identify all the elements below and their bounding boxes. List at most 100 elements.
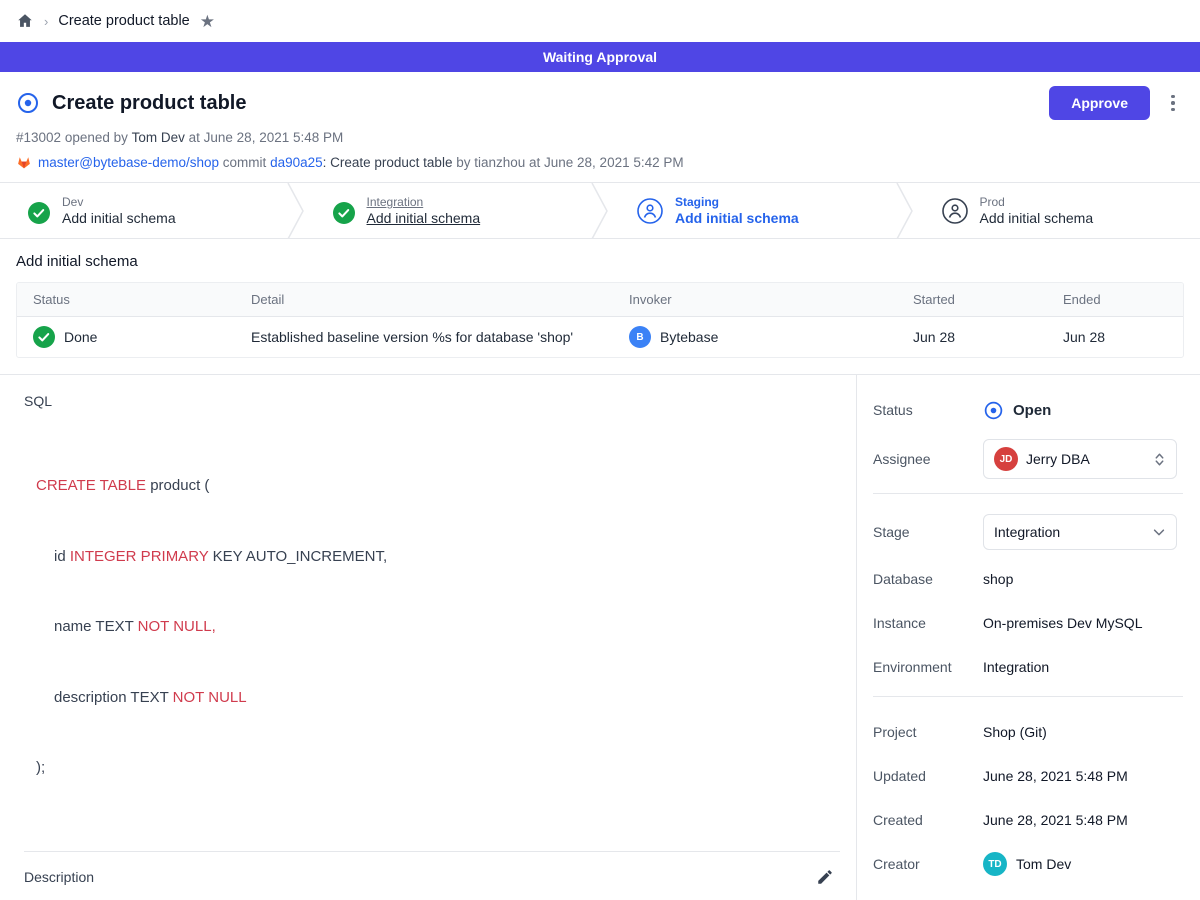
person-circle-icon	[637, 198, 663, 224]
created-value: June 28, 2021 5:48 PM	[983, 812, 1128, 828]
person-circle-icon	[942, 198, 968, 224]
creator-value: TD Tom Dev	[983, 852, 1071, 876]
divider	[873, 493, 1183, 494]
stage-task-label: Add initial schema	[675, 210, 799, 226]
assignee-row: Assignee JD Jerry DBA	[873, 439, 1183, 479]
stage-env-label: Staging	[675, 195, 799, 209]
breadcrumb-separator: ›	[44, 14, 48, 29]
page-title: Create product table	[52, 92, 246, 115]
status-label: Status	[873, 402, 983, 418]
sql-label: SQL	[24, 393, 840, 409]
issue-open-icon	[16, 91, 40, 115]
project-label: Project	[873, 724, 983, 740]
more-options-icon[interactable]	[1162, 91, 1184, 116]
issue-meta: #13002 opened by Tom Dev at June 28, 202…	[16, 130, 1184, 145]
main-panel: SQL CREATE TABLE product ( id INTEGER PR…	[0, 375, 857, 900]
updated-value: June 28, 2021 5:48 PM	[983, 768, 1128, 784]
approval-banner-text: Waiting Approval	[543, 49, 657, 65]
creator-label: Creator	[873, 856, 983, 872]
started-cell: Jun 28	[897, 317, 1047, 357]
environment-row: Environment Integration	[873, 652, 1183, 682]
status-value: Open	[983, 400, 1051, 421]
stage-label: Stage	[873, 524, 983, 540]
stage-task-label: Add initial schema	[980, 210, 1094, 226]
stage-staging[interactable]: StagingAdd initial schema	[609, 183, 896, 238]
stage-select[interactable]: Integration	[983, 514, 1177, 550]
environment-label: Environment	[873, 659, 983, 675]
bytebase-issue-page: › Create product table ★ Waiting Approva…	[0, 0, 1200, 900]
stage-task-label: Add initial schema	[62, 210, 176, 226]
col-detail: Detail	[235, 283, 613, 316]
database-value[interactable]: shop	[983, 571, 1013, 587]
updated-row: Updated June 28, 2021 5:48 PM	[873, 761, 1183, 791]
stage-env-label: Integration	[367, 195, 481, 209]
approve-button[interactable]: Approve	[1049, 86, 1150, 120]
project-row: Project Shop (Git)	[873, 717, 1183, 747]
avatar: TD	[983, 852, 1007, 876]
commit-hash-link[interactable]: da90a25	[270, 155, 323, 170]
stage-env-label: Prod	[980, 195, 1094, 209]
home-icon[interactable]	[16, 12, 34, 30]
breadcrumb: › Create product table ★	[0, 0, 1200, 42]
issue-id: #13002	[16, 130, 61, 145]
commit-info: master@bytebase-demo/shop commit da90a25…	[16, 154, 1184, 170]
commit-text: master@bytebase-demo/shop commit da90a25…	[38, 155, 684, 170]
status-cell: Done	[17, 317, 235, 357]
stage-separator	[287, 183, 305, 238]
col-status: Status	[17, 283, 235, 316]
database-row: Database shop	[873, 564, 1183, 594]
task-table-header: Status Detail Invoker Started Ended	[17, 283, 1183, 317]
instance-label: Instance	[873, 615, 983, 631]
check-circle-icon	[333, 200, 355, 222]
description-label: Description	[24, 869, 816, 885]
chevron-down-icon	[1152, 525, 1166, 539]
invoker-cell: B Bytebase	[613, 317, 897, 357]
assignee-label: Assignee	[873, 451, 983, 467]
col-started: Started	[897, 283, 1047, 316]
check-circle-icon	[28, 200, 50, 222]
avatar: JD	[994, 447, 1018, 471]
divider	[24, 851, 840, 852]
database-label: Database	[873, 571, 983, 587]
task-section-title: Add initial schema	[16, 253, 1184, 270]
instance-row: Instance On-premises Dev MySQL	[873, 608, 1183, 638]
task-table: Status Detail Invoker Started Ended Done…	[16, 282, 1184, 358]
edit-pencil-icon[interactable]	[816, 868, 834, 886]
col-invoker: Invoker	[613, 283, 897, 316]
instance-value[interactable]: On-premises Dev MySQL	[983, 615, 1142, 631]
table-row[interactable]: Done Established baseline version %s for…	[17, 317, 1183, 357]
approval-banner: Waiting Approval	[0, 42, 1200, 72]
pipeline-stages: DevAdd initial schema IntegrationAdd ini…	[0, 182, 1200, 239]
invoker-name: Bytebase	[660, 329, 718, 345]
stage-dev[interactable]: DevAdd initial schema	[0, 183, 287, 238]
breadcrumb-title: Create product table	[58, 13, 189, 29]
issue-header: Create product table Approve #13002 open…	[0, 72, 1200, 182]
project-value[interactable]: Shop (Git)	[983, 724, 1047, 740]
stage-env-label: Dev	[62, 195, 176, 209]
stage-integration[interactable]: IntegrationAdd initial schema	[305, 183, 592, 238]
stage-value: Integration	[994, 524, 1144, 540]
col-ended: Ended	[1047, 283, 1183, 316]
creator-row: Creator TD Tom Dev	[873, 849, 1183, 879]
issue-sidebar: Status Open Assignee JD Jerry DBA	[857, 375, 1199, 900]
check-circle-icon	[33, 326, 55, 348]
assignee-select[interactable]: JD Jerry DBA	[983, 439, 1177, 479]
stage-prod[interactable]: ProdAdd initial schema	[914, 183, 1200, 238]
stage-separator	[591, 183, 609, 238]
gitlab-icon	[16, 154, 32, 170]
updown-chevron-icon	[1153, 451, 1166, 468]
status-text: Done	[64, 329, 97, 345]
branch-link[interactable]: master@bytebase-demo/shop	[38, 155, 219, 170]
favorite-star-icon[interactable]: ★	[200, 13, 215, 30]
updated-label: Updated	[873, 768, 983, 784]
created-row: Created June 28, 2021 5:48 PM	[873, 805, 1183, 835]
issue-author: Tom Dev	[132, 130, 185, 145]
detail-cell: Established baseline version %s for data…	[235, 317, 613, 357]
stage-task-label: Add initial schema	[367, 210, 481, 226]
sql-code: CREATE TABLE product ( id INTEGER PRIMAR…	[24, 427, 840, 827]
assignee-value: Jerry DBA	[1026, 451, 1145, 467]
stage-row: Stage Integration	[873, 514, 1183, 550]
environment-value: Integration	[983, 659, 1049, 675]
created-label: Created	[873, 812, 983, 828]
task-section: Add initial schema Status Detail Invoker…	[0, 239, 1200, 374]
